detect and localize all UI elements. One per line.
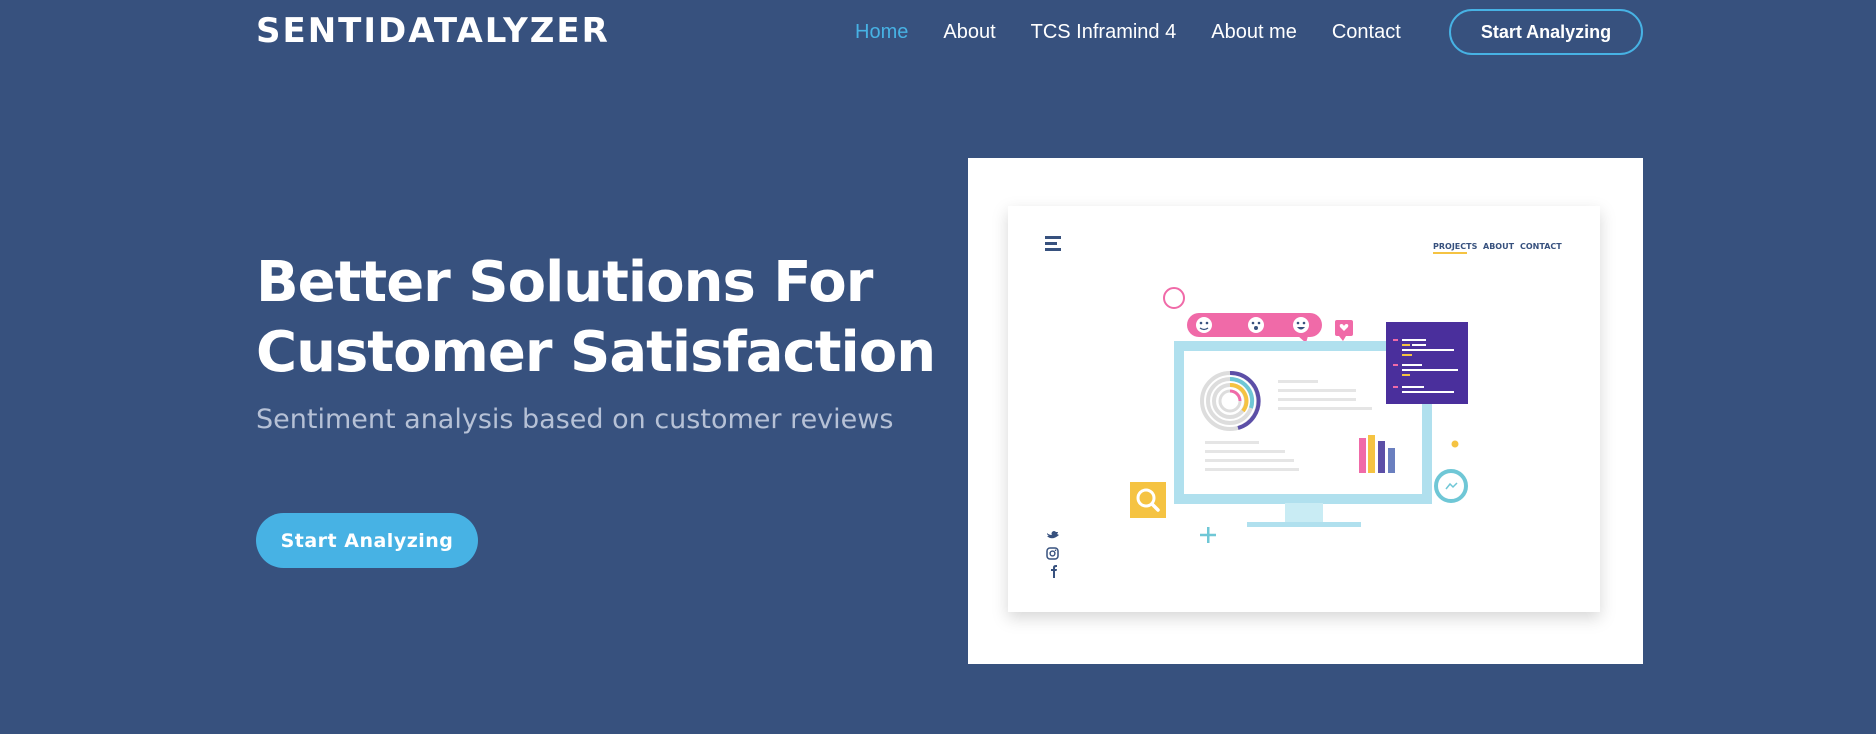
illustration-nav-underline xyxy=(1433,252,1467,254)
nav-link-about[interactable]: About xyxy=(943,21,995,44)
code-window-graphic xyxy=(1386,322,1468,404)
illustration-nav-about: ABOUT xyxy=(1483,242,1515,251)
site-logo[interactable]: SENTIDATALYZER xyxy=(256,8,610,54)
header-start-analyzing-button[interactable]: Start Analyzing xyxy=(1449,9,1643,55)
search-icon xyxy=(1130,482,1166,518)
hero-illustration: PROJECTS ABOUT CONTACT xyxy=(968,158,1643,664)
nav-link-tcs-inframind[interactable]: TCS Inframind 4 xyxy=(1031,21,1177,44)
hero-title: Better Solutions For Customer Satisfactio… xyxy=(256,248,956,388)
nav-link-about-me[interactable]: About me xyxy=(1211,21,1297,44)
hero-title-line-1: Better Solutions For xyxy=(256,250,873,315)
illustration-nav-contact: CONTACT xyxy=(1520,242,1562,251)
hero-start-analyzing-button[interactable]: Start Analyzing xyxy=(256,513,478,568)
nav-link-contact[interactable]: Contact xyxy=(1332,21,1401,44)
hero-subtitle: Sentiment analysis based on customer rev… xyxy=(256,404,894,435)
main-nav: Home About TCS Inframind 4 About me Cont… xyxy=(855,9,1436,55)
site-header: SENTIDATALYZER Home About TCS Inframind … xyxy=(0,0,1876,64)
hero-illustration-graphic: PROJECTS ABOUT CONTACT xyxy=(1008,206,1600,612)
nav-link-home[interactable]: Home xyxy=(855,21,908,44)
hero-title-line-2: Customer Satisfaction xyxy=(256,320,936,385)
dot-decoration xyxy=(1451,440,1459,448)
illustration-nav-projects: PROJECTS xyxy=(1433,242,1478,251)
